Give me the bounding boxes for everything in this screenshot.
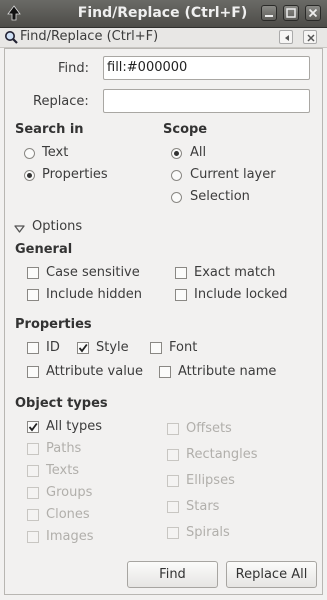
- stars-checkbox[interactable]: [167, 501, 179, 513]
- rectangles-checkbox[interactable]: [167, 449, 179, 461]
- find-button[interactable]: Find: [127, 561, 218, 588]
- stars-label: Stars: [186, 499, 220, 514]
- include-locked-label[interactable]: Include locked: [194, 287, 287, 302]
- attribute-value-label[interactable]: Attribute value: [46, 364, 143, 379]
- texts-checkbox[interactable]: [27, 465, 39, 477]
- style-label[interactable]: Style: [96, 340, 129, 355]
- attribute-name-checkbox[interactable]: [159, 366, 171, 378]
- replace-input[interactable]: [103, 89, 310, 113]
- scope-selection-label[interactable]: Selection: [190, 189, 250, 204]
- paths-label: Paths: [46, 441, 82, 456]
- magnifier-icon: [4, 30, 18, 48]
- scope-all-label[interactable]: All: [190, 145, 206, 160]
- case-sensitive-checkbox[interactable]: [27, 267, 39, 279]
- exact-match-checkbox[interactable]: [175, 267, 187, 279]
- search-in-properties-radio[interactable]: [24, 170, 35, 181]
- scope-current-layer-label[interactable]: Current layer: [190, 167, 276, 182]
- clones-label: Clones: [46, 507, 90, 522]
- id-checkbox[interactable]: [27, 342, 39, 354]
- expander-arrow-icon[interactable]: [14, 222, 25, 237]
- options-expander-label[interactable]: Options: [32, 219, 82, 234]
- spirals-checkbox[interactable]: [167, 527, 179, 539]
- dock-iconify-button[interactable]: [279, 30, 293, 44]
- scope-selection-radio[interactable]: [171, 192, 182, 203]
- find-input[interactable]: fill:#000000: [103, 56, 310, 80]
- ellipses-label: Ellipses: [186, 473, 235, 488]
- attribute-name-label[interactable]: Attribute name: [178, 364, 276, 379]
- scope-all-radio[interactable]: [171, 148, 182, 159]
- search-in-text-radio[interactable]: [24, 148, 35, 159]
- window-titlebar[interactable]: Find/Replace (Ctrl+F): [0, 0, 327, 28]
- object-types-heading: Object types: [15, 396, 108, 411]
- groups-checkbox[interactable]: [27, 487, 39, 499]
- rectangles-label: Rectangles: [186, 447, 258, 462]
- groups-label: Groups: [46, 485, 93, 500]
- scope-heading: Scope: [163, 122, 208, 137]
- include-locked-checkbox[interactable]: [175, 289, 187, 301]
- font-checkbox[interactable]: [150, 342, 162, 354]
- texts-label: Texts: [46, 463, 80, 478]
- dock-title: Find/Replace (Ctrl+F): [20, 29, 159, 44]
- replace-label: Replace:: [33, 94, 89, 109]
- general-heading: General: [15, 242, 73, 257]
- checkmark-icon: [28, 422, 38, 432]
- all-types-label[interactable]: All types: [46, 419, 102, 434]
- search-in-properties-label[interactable]: Properties: [42, 167, 108, 182]
- properties-heading: Properties: [15, 317, 92, 332]
- exact-match-label[interactable]: Exact match: [194, 265, 275, 280]
- close-button[interactable]: [305, 5, 321, 21]
- scope-current-layer-radio[interactable]: [171, 170, 182, 181]
- offsets-label: Offsets: [186, 421, 232, 436]
- maximize-button[interactable]: [283, 5, 299, 21]
- search-in-heading: Search in: [15, 122, 84, 137]
- ellipses-checkbox[interactable]: [167, 475, 179, 487]
- id-label[interactable]: ID: [46, 340, 60, 355]
- attribute-value-checkbox[interactable]: [27, 366, 39, 378]
- include-hidden-checkbox[interactable]: [27, 289, 39, 301]
- window-title: Find/Replace (Ctrl+F): [77, 5, 248, 21]
- dock-header: Find/Replace (Ctrl+F): [0, 28, 327, 48]
- paths-checkbox[interactable]: [27, 443, 39, 455]
- clones-checkbox[interactable]: [27, 509, 39, 521]
- style-checkbox[interactable]: [77, 342, 89, 354]
- find-replace-window: Find/Replace (Ctrl+F) Find/Replace (Ctrl…: [0, 0, 327, 600]
- spirals-label: Spirals: [186, 525, 230, 540]
- checkmark-icon: [78, 343, 88, 353]
- case-sensitive-label[interactable]: Case sensitive: [46, 265, 140, 280]
- dock-close-button[interactable]: [303, 30, 317, 44]
- images-label: Images: [46, 529, 94, 544]
- replace-all-button[interactable]: Replace All: [226, 561, 317, 588]
- include-hidden-label[interactable]: Include hidden: [46, 287, 142, 302]
- inkscape-app-icon[interactable]: [6, 5, 22, 21]
- minimize-button[interactable]: [261, 5, 277, 21]
- find-label: Find:: [58, 61, 90, 76]
- all-types-checkbox[interactable]: [27, 421, 39, 433]
- search-in-text-label[interactable]: Text: [42, 145, 68, 160]
- offsets-checkbox[interactable]: [167, 423, 179, 435]
- images-checkbox[interactable]: [27, 531, 39, 543]
- font-label[interactable]: Font: [169, 340, 197, 355]
